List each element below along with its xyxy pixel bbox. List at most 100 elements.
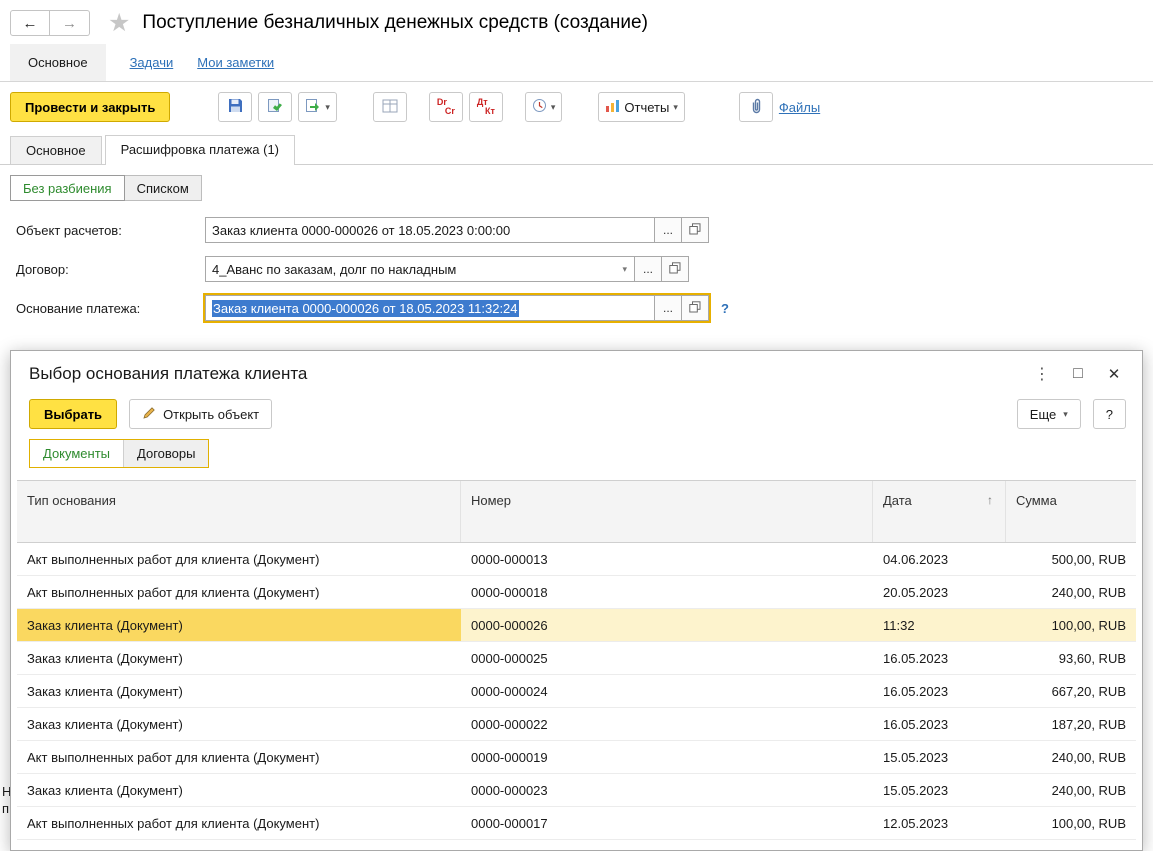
- settlement-object-input[interactable]: Заказ клиента 0000-000026 от 18.05.2023 …: [205, 217, 655, 243]
- cell-date[interactable]: 15.05.2023: [873, 741, 1006, 773]
- cell-amount[interactable]: 240,00, RUB: [1006, 576, 1136, 608]
- cell-basis-type[interactable]: Заказ клиента (Документ): [17, 609, 461, 641]
- cell-basis-type[interactable]: Акт выполненных работ для клиента (Докум…: [17, 543, 461, 575]
- cell-number[interactable]: 0000-000024: [461, 675, 873, 707]
- forward-button[interactable]: →: [50, 10, 90, 36]
- files-link[interactable]: Файлы: [779, 100, 820, 115]
- cell-number[interactable]: 0000-000026: [461, 609, 873, 641]
- payment-basis-input[interactable]: Заказ клиента 0000-000026 от 18.05.2023 …: [205, 295, 655, 321]
- as-list-button[interactable]: Списком: [125, 175, 202, 201]
- table-row[interactable]: Заказ клиента (Документ) 0000-000023 15.…: [17, 774, 1136, 807]
- cell-amount[interactable]: 240,00, RUB: [1006, 741, 1136, 773]
- cell-number[interactable]: 0000-000018: [461, 576, 873, 608]
- combo-dropdown-icon[interactable]: ▾: [622, 264, 627, 275]
- open-in-window-icon: [689, 223, 701, 238]
- post-and-close-button[interactable]: Провести и закрыть: [10, 92, 170, 122]
- cell-basis-type[interactable]: Заказ клиента (Документ): [17, 708, 461, 740]
- favorite-star-icon[interactable]: ★: [108, 11, 130, 36]
- dialog-menu-icon[interactable]: ⋮: [1024, 360, 1060, 388]
- cell-number[interactable]: 0000-000013: [461, 543, 873, 575]
- dialog-help-button[interactable]: ?: [1093, 399, 1126, 429]
- open-object-button[interactable]: Открыть объект: [129, 399, 272, 429]
- dr-cr-ledger-button[interactable]: DrCr: [429, 92, 463, 122]
- doc-tab-payment-breakdown[interactable]: Расшифровка платежа (1): [105, 135, 295, 165]
- schedule-button[interactable]: ▾: [525, 92, 563, 122]
- cell-amount[interactable]: 240,00, RUB: [1006, 774, 1136, 806]
- doc-tab-main[interactable]: Основное: [10, 136, 102, 164]
- payment-basis-open-button[interactable]: [682, 295, 709, 321]
- document-register-button[interactable]: [373, 92, 407, 122]
- dialog-close-icon[interactable]: ✕: [1096, 360, 1132, 388]
- table-row[interactable]: Акт выполненных работ для клиента (Докум…: [17, 543, 1136, 576]
- column-header-type[interactable]: Тип основания: [17, 481, 461, 542]
- cell-date[interactable]: 11:32: [873, 609, 1006, 641]
- table-header: Тип основания Номер Дата ↑ Сумма: [17, 481, 1136, 543]
- contract-choose-button[interactable]: ...: [635, 256, 662, 282]
- cell-amount[interactable]: 100,00, RUB: [1006, 807, 1136, 839]
- settlement-object-choose-button[interactable]: ...: [655, 217, 682, 243]
- create-based-on-button[interactable]: ▾: [298, 92, 337, 122]
- table-row[interactable]: Акт выполненных работ для клиента (Докум…: [17, 576, 1136, 609]
- payment-basis-choose-button[interactable]: ...: [655, 295, 682, 321]
- select-button[interactable]: Выбрать: [29, 399, 117, 429]
- cell-number[interactable]: 0000-000023: [461, 774, 873, 806]
- tab-tasks[interactable]: Задачи: [130, 44, 174, 81]
- cell-amount[interactable]: 100,00, RUB: [1006, 609, 1136, 641]
- tab-documents[interactable]: Документы: [30, 440, 124, 467]
- tab-notes[interactable]: Мои заметки: [197, 44, 274, 81]
- cell-basis-type[interactable]: Заказ клиента (Документ): [17, 642, 461, 674]
- cell-date[interactable]: 16.05.2023: [873, 675, 1006, 707]
- attachments-button[interactable]: [739, 92, 773, 122]
- cell-date[interactable]: 15.05.2023: [873, 774, 1006, 806]
- paperclip-icon: [749, 98, 763, 117]
- reports-button[interactable]: Отчеты ▾: [598, 92, 684, 122]
- table-row[interactable]: Акт выполненных работ для клиента (Докум…: [17, 741, 1136, 774]
- cell-date[interactable]: 16.05.2023: [873, 642, 1006, 674]
- cell-date[interactable]: 12.05.2023: [873, 807, 1006, 839]
- cell-amount[interactable]: 500,00, RUB: [1006, 543, 1136, 575]
- column-header-date[interactable]: Дата ↑: [873, 481, 1006, 542]
- field-help-link[interactable]: ?: [721, 301, 729, 316]
- cell-basis-type[interactable]: Акт выполненных работ для клиента (Докум…: [17, 576, 461, 608]
- chevron-down-icon: ▾: [551, 103, 556, 112]
- cell-number[interactable]: 0000-000017: [461, 807, 873, 839]
- history-nav: ← →: [10, 10, 90, 36]
- cell-number[interactable]: 0000-000019: [461, 741, 873, 773]
- covered-text-fragment: п: [2, 801, 9, 816]
- cell-basis-type[interactable]: Акт выполненных работ для клиента (Докум…: [17, 807, 461, 839]
- cell-basis-type[interactable]: Заказ клиента (Документ): [17, 774, 461, 806]
- table-row[interactable]: Заказ клиента (Документ) 0000-000025 16.…: [17, 642, 1136, 675]
- post-document-button[interactable]: [258, 92, 292, 122]
- cell-number[interactable]: 0000-000022: [461, 708, 873, 740]
- tab-main[interactable]: Основное: [10, 44, 106, 81]
- table-row-selected[interactable]: Заказ клиента (Документ) 0000-000026 11:…: [17, 609, 1136, 642]
- tab-contracts[interactable]: Договоры: [124, 440, 208, 467]
- open-in-window-icon: [689, 301, 701, 316]
- contract-open-button[interactable]: [662, 256, 689, 282]
- table-row[interactable]: Заказ клиента (Документ) 0000-000022 16.…: [17, 708, 1136, 741]
- cell-amount[interactable]: 187,20, RUB: [1006, 708, 1136, 740]
- back-button[interactable]: ←: [10, 10, 50, 36]
- cell-amount[interactable]: 667,20, RUB: [1006, 675, 1136, 707]
- cell-date[interactable]: 16.05.2023: [873, 708, 1006, 740]
- window-header: ← → ★ Поступление безналичных денежных с…: [0, 0, 1153, 44]
- column-header-amount[interactable]: Сумма: [1006, 481, 1136, 542]
- table-row[interactable]: Заказ клиента (Документ) 0000-000024 16.…: [17, 675, 1136, 708]
- create-based-on-icon: [305, 98, 321, 116]
- cell-amount[interactable]: 93,60, RUB: [1006, 642, 1136, 674]
- cell-basis-type[interactable]: Акт выполненных работ для клиента (Докум…: [17, 741, 461, 773]
- save-button[interactable]: [218, 92, 252, 122]
- table-row[interactable]: Акт выполненных работ для клиента (Докум…: [17, 807, 1136, 840]
- dt-kt-ledger-button[interactable]: ДтКт: [469, 92, 503, 122]
- settlement-object-open-button[interactable]: [682, 217, 709, 243]
- column-header-number[interactable]: Номер: [461, 481, 873, 542]
- contract-input[interactable]: 4_Аванс по заказам, долг по накладным ▾: [205, 256, 635, 282]
- cell-date[interactable]: 04.06.2023: [873, 543, 1006, 575]
- cell-number[interactable]: 0000-000025: [461, 642, 873, 674]
- no-split-button[interactable]: Без разбиения: [10, 175, 125, 201]
- more-button[interactable]: Еще ▾: [1017, 399, 1081, 429]
- cell-basis-type[interactable]: Заказ клиента (Документ): [17, 675, 461, 707]
- payment-form: Объект расчетов: Заказ клиента 0000-0000…: [0, 201, 1153, 321]
- dialog-maximize-icon[interactable]: □: [1060, 360, 1096, 388]
- cell-date[interactable]: 20.05.2023: [873, 576, 1006, 608]
